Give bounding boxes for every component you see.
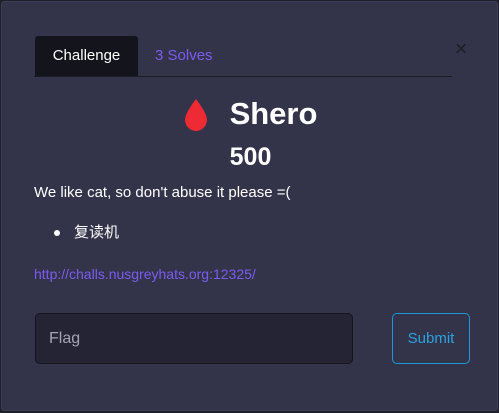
hint-text: 复读机 xyxy=(74,224,120,241)
submit-button[interactable]: Submit xyxy=(392,313,470,364)
challenge-title-row: Shero xyxy=(2,92,499,136)
close-icon: × xyxy=(454,36,468,61)
challenge-points: 500 xyxy=(229,143,272,171)
bullet-icon xyxy=(54,230,60,236)
hint-list: 复读机 xyxy=(54,223,119,243)
challenge-description: We like cat, so don't abuse it please =( xyxy=(34,184,291,201)
modal-tabs: Challenge 3 Solves xyxy=(34,36,452,77)
close-button[interactable]: × xyxy=(451,38,471,62)
challenge-name: Shero xyxy=(229,96,318,131)
challenge-modal: × Challenge 3 Solves Shero 500 We like c… xyxy=(1,1,498,411)
flag-input[interactable] xyxy=(35,313,353,364)
challenge-link[interactable]: http://challs.nusgreyhats.org:12325/ xyxy=(34,264,256,284)
blood-drop-icon xyxy=(184,99,207,131)
list-item: 复读机 xyxy=(54,223,119,243)
tab-challenge[interactable]: Challenge xyxy=(35,36,138,76)
tab-solves[interactable]: 3 Solves xyxy=(155,36,213,76)
